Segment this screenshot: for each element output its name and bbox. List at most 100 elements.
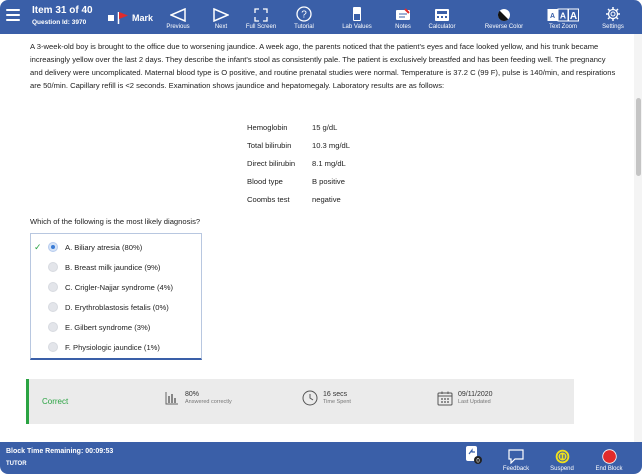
- end-block-button[interactable]: End Block: [590, 442, 628, 474]
- percent-stat: 80% Answered correctly: [163, 389, 232, 407]
- time-stat: 16 secs Time Spent: [301, 389, 351, 407]
- next-label: Next: [214, 24, 228, 30]
- percent-value: 80%: [185, 390, 200, 398]
- reverse-color-button[interactable]: Reverse Color: [479, 0, 529, 34]
- mode-label: TUTOR: [6, 461, 27, 467]
- answer-option-d[interactable]: D. Erythroblastosis fetalis (0%): [31, 297, 201, 317]
- answer-radio[interactable]: [48, 262, 58, 272]
- answer-label: C. Crigler-Najjar syndrome (4%): [65, 282, 174, 292]
- question-id: Question Id: 3970: [32, 19, 87, 26]
- full-screen-button[interactable]: Full Screen: [240, 0, 282, 34]
- block-time-remaining: Block Time Remaining: 00:09:53: [6, 448, 114, 455]
- time-value: 16 secs: [323, 390, 348, 398]
- menu-icon[interactable]: [6, 9, 20, 23]
- pause-icon: [555, 449, 569, 464]
- percent-label: Answered correctly: [185, 398, 232, 405]
- answer-radio[interactable]: [48, 302, 58, 312]
- result-panel: Correct 80% Answered correctly 16 secs T…: [26, 379, 574, 424]
- contrast-icon: [498, 9, 510, 21]
- text-zoom-button[interactable]: AAA Text Zoom: [543, 0, 583, 34]
- answer-option-f[interactable]: F. Physiologic jaundice (1%): [31, 337, 201, 357]
- notes-label: Notes: [395, 24, 411, 30]
- fullscreen-icon: [254, 8, 268, 22]
- notes-button[interactable]: Notes: [388, 0, 418, 34]
- settings-label: Settings: [602, 24, 624, 30]
- svg-text:A: A: [550, 13, 555, 20]
- text-zoom-icon: AAA: [547, 8, 579, 22]
- speech-bubble-icon: [508, 449, 524, 464]
- answer-label: B. Breast milk jaundice (9%): [65, 262, 161, 272]
- question-content: A 3-week-old boy is brought to the offic…: [30, 40, 620, 360]
- lab-row: Total bilirubin 10.3 mg/dL: [247, 139, 350, 157]
- help-circle-icon: ?: [296, 6, 312, 22]
- lab-name: Total bilirubin: [247, 141, 292, 150]
- notes-icon: [396, 8, 410, 20]
- mark-label: Mark: [132, 13, 154, 23]
- calendar-icon: [436, 389, 454, 407]
- svg-text:A: A: [570, 11, 577, 22]
- stop-circle-icon: [601, 449, 617, 464]
- lab-values-label: Lab Values: [342, 24, 372, 30]
- answer-radio[interactable]: [48, 282, 58, 292]
- feedback-label: Feedback: [502, 466, 530, 472]
- result-status: Correct: [42, 397, 69, 406]
- full-screen-label: Full Screen: [245, 24, 277, 30]
- answer-option-b[interactable]: B. Breast milk jaundice (9%): [31, 257, 201, 277]
- answer-radio[interactable]: [48, 242, 58, 252]
- answer-radio[interactable]: [48, 322, 58, 332]
- answer-option-e[interactable]: E. Gilbert syndrome (3%): [31, 317, 201, 337]
- scrollbar-track[interactable]: [634, 34, 642, 442]
- time-label: Time Spent: [323, 398, 351, 405]
- reverse-color-label: Reverse Color: [484, 24, 524, 30]
- lab-row: Hemoglobin 15 g/dL: [247, 121, 350, 139]
- lab-name: Blood type: [247, 177, 283, 186]
- feedback-button[interactable]: Feedback: [498, 442, 534, 474]
- share-button[interactable]: 0: [462, 442, 486, 474]
- previous-label: Previous: [166, 24, 190, 30]
- lab-results-table: Hemoglobin 15 g/dL Total bilirubin 10.3 …: [247, 121, 350, 211]
- lab-row: Coombs test negative: [247, 193, 350, 211]
- answer-choices: ✓ A. Biliary atresia (80%) B. Breast mil…: [30, 233, 202, 360]
- mark-button[interactable]: Mark: [108, 11, 153, 25]
- date-label: Last Updated: [458, 398, 491, 405]
- lab-values-button[interactable]: Lab Values: [337, 0, 377, 34]
- date-stat: 09/11/2020 Last Updated: [436, 389, 493, 407]
- answer-label: E. Gilbert syndrome (3%): [65, 322, 151, 332]
- question-stem: A 3-week-old boy is brought to the offic…: [30, 42, 616, 90]
- flag-icon: [117, 12, 128, 24]
- answer-option-a[interactable]: ✓ A. Biliary atresia (80%): [31, 237, 201, 257]
- bottom-toolbar: Block Time Remaining: 00:09:53 TUTOR 0 F…: [0, 442, 642, 474]
- answer-radio[interactable]: [48, 342, 58, 352]
- answer-label: A. Biliary atresia (80%): [65, 242, 143, 252]
- mark-checkbox[interactable]: [108, 15, 114, 21]
- suspend-button[interactable]: Suspend: [544, 442, 580, 474]
- question-prompt: Which of the following is the most likel…: [30, 217, 201, 226]
- lab-row: Blood type B positive: [247, 175, 350, 193]
- next-button[interactable]: Next: [206, 0, 236, 34]
- lab-name: Direct bilirubin: [247, 159, 296, 168]
- answer-label: D. Erythroblastosis fetalis (0%): [65, 302, 169, 312]
- calculator-icon: [435, 9, 449, 21]
- svg-text:A: A: [560, 11, 566, 21]
- lab-flask-icon: [353, 7, 361, 21]
- end-block-label: End Block: [595, 466, 623, 472]
- check-icon: ✓: [34, 241, 42, 252]
- lab-name: Hemoglobin: [247, 123, 288, 132]
- item-info: Item 31 of 40 Question Id: 3970: [32, 5, 93, 26]
- lab-value: 15 g/dL: [312, 123, 338, 132]
- answer-option-c[interactable]: C. Crigler-Najjar syndrome (4%): [31, 277, 201, 297]
- scrollbar-thumb[interactable]: [636, 98, 641, 176]
- share-icon: 0: [466, 446, 482, 464]
- bar-chart-icon: [163, 389, 181, 407]
- tutorial-button[interactable]: ? Tutorial: [286, 0, 322, 34]
- arrow-left-icon: [170, 8, 186, 22]
- calculator-button[interactable]: Calculator: [422, 0, 462, 34]
- previous-button[interactable]: Previous: [162, 0, 194, 34]
- item-title: Item 31 of 40: [32, 5, 93, 16]
- settings-button[interactable]: Settings: [598, 0, 628, 34]
- lab-value: 8.1 mg/dL: [312, 159, 346, 168]
- tutorial-label: Tutorial: [294, 24, 314, 30]
- gear-icon: [606, 7, 620, 21]
- calculator-label: Calculator: [428, 24, 456, 30]
- arrow-right-icon: [213, 8, 229, 22]
